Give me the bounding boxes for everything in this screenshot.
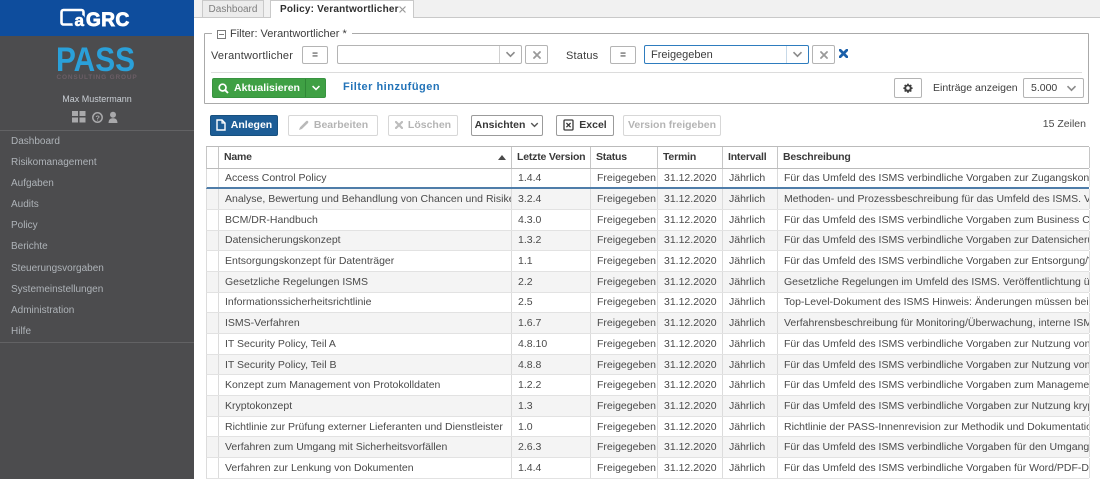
svg-text:PASS: PASS [56, 45, 135, 73]
svg-text:GRC: GRC [86, 10, 130, 29]
svg-text:?: ? [95, 113, 100, 122]
svg-text:a: a [75, 11, 85, 29]
